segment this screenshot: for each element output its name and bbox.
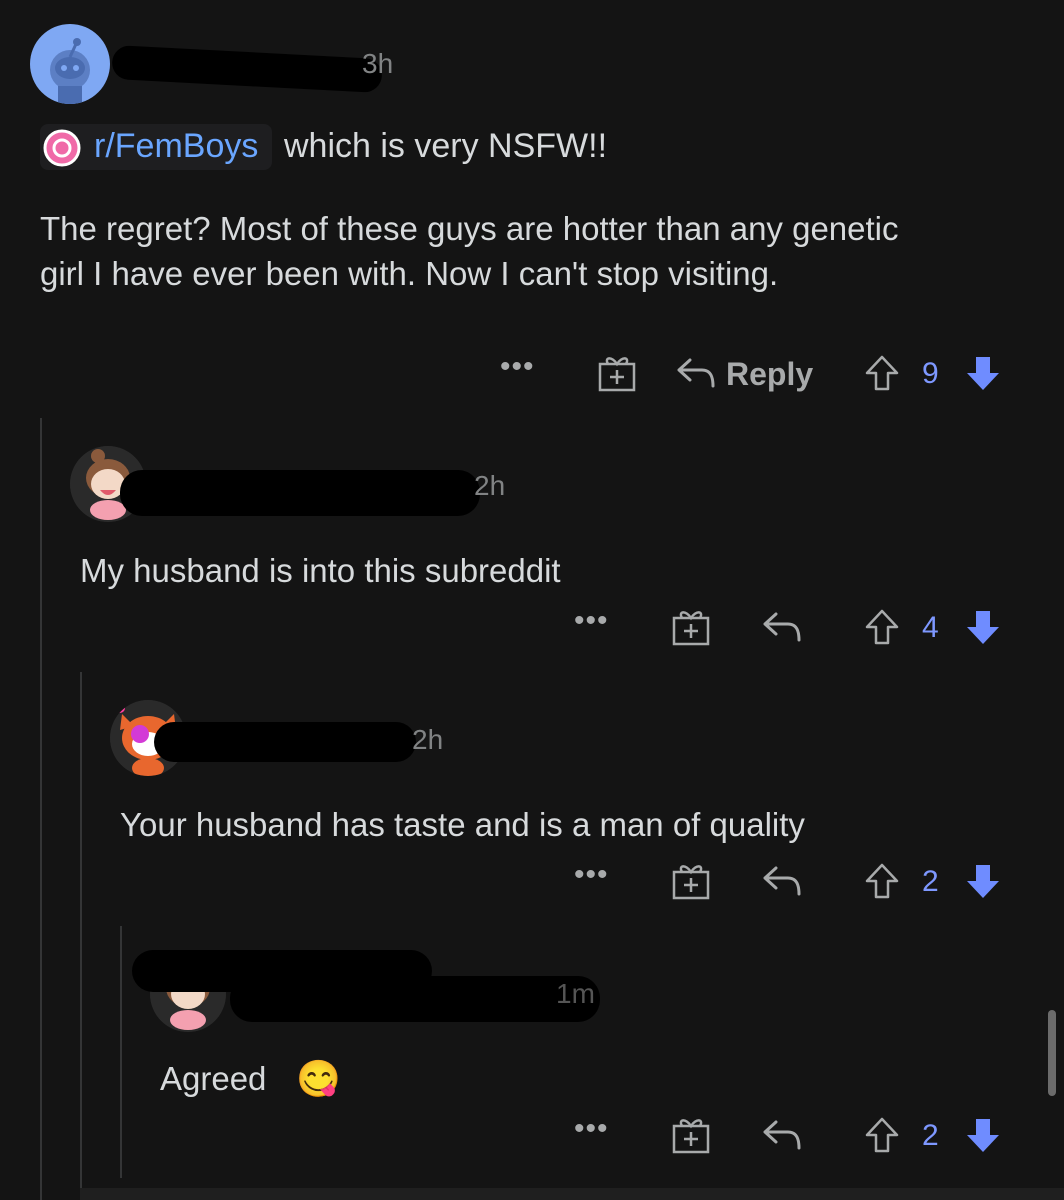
- vote-count: 2: [922, 1119, 939, 1152]
- comment-body: Agreed: [160, 1060, 267, 1097]
- subreddit-icon: [43, 129, 81, 167]
- reply-button[interactable]: Reply: [726, 356, 813, 393]
- upvote-icon[interactable]: [864, 862, 900, 900]
- emoji-yum: 😋: [296, 1058, 341, 1099]
- vote-count: 9: [922, 357, 939, 390]
- more-options-icon[interactable]: •••: [500, 350, 535, 384]
- award-icon[interactable]: [672, 1116, 710, 1154]
- next-comment-edge: [80, 1188, 1064, 1200]
- comment-actions: ••• 2: [0, 858, 1064, 904]
- comment-time: 2h: [474, 470, 506, 501]
- comment-actions: ••• 4: [0, 604, 1064, 650]
- redacted-username: [111, 44, 383, 94]
- comment-body: My husband is into this subreddit: [80, 552, 561, 589]
- redacted-username: [120, 470, 480, 516]
- upvote-icon[interactable]: [864, 354, 900, 392]
- avatar[interactable]: [30, 24, 110, 104]
- downvote-icon[interactable]: [964, 354, 1002, 392]
- more-options-icon[interactable]: •••: [574, 858, 609, 892]
- downvote-icon[interactable]: [964, 1116, 1002, 1154]
- comment-actions: ••• Reply 9: [0, 350, 1064, 396]
- comment-body: The regret? Most of these guys are hotte…: [40, 210, 899, 292]
- award-icon[interactable]: [672, 862, 710, 900]
- snoo-avatar-icon: [50, 38, 90, 104]
- upvote-icon[interactable]: [864, 608, 900, 646]
- comment-time: 1m: [556, 978, 595, 1009]
- downvote-icon[interactable]: [964, 862, 1002, 900]
- reply-arrow-icon[interactable]: [762, 1118, 802, 1152]
- comment-text-inline: which is very NSFW!!: [284, 127, 608, 165]
- comment-time: 2h: [412, 724, 444, 755]
- award-icon[interactable]: [598, 354, 636, 392]
- reply-arrow-icon[interactable]: [762, 610, 802, 644]
- downvote-icon[interactable]: [964, 608, 1002, 646]
- upvote-icon[interactable]: [864, 1116, 900, 1154]
- scrollbar[interactable]: [1048, 1010, 1056, 1096]
- reply-arrow-icon[interactable]: [762, 864, 802, 898]
- award-icon[interactable]: [672, 608, 710, 646]
- vote-count: 2: [922, 865, 939, 898]
- more-options-icon[interactable]: •••: [574, 1112, 609, 1146]
- redacted-username: [154, 722, 416, 762]
- thread-line[interactable]: [40, 418, 42, 1200]
- subreddit-link[interactable]: r/FemBoys: [94, 127, 258, 166]
- comment-time: 3h: [362, 48, 394, 79]
- more-options-icon[interactable]: •••: [574, 604, 609, 638]
- comment-body: Your husband has taste and is a man of q…: [120, 806, 805, 843]
- comment-actions: ••• 2: [0, 1112, 1064, 1158]
- redacted-username: [230, 976, 600, 1022]
- reply-arrow-icon[interactable]: [676, 356, 716, 390]
- vote-count: 4: [922, 611, 939, 644]
